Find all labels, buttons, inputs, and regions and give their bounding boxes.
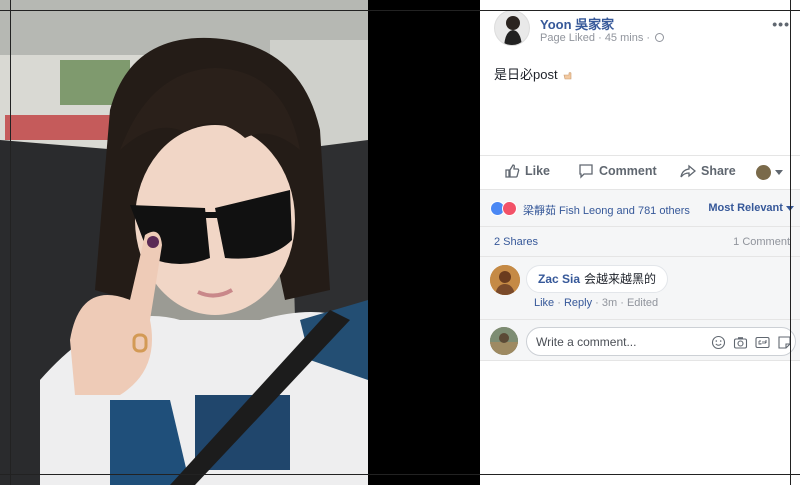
engagement-counts: 2 Shares 1 Comment xyxy=(480,227,800,257)
audience-selector[interactable] xyxy=(756,165,783,180)
comment-item: Zac Sia 会越来越黑的 Like · Reply · 3m · Edited xyxy=(480,257,800,319)
commenter-name[interactable]: Zac Sia xyxy=(538,272,580,286)
black-divider xyxy=(368,0,480,485)
current-user-avatar[interactable] xyxy=(490,327,518,355)
more-options-icon[interactable]: ••• xyxy=(772,16,790,32)
reactions-bar: 梁靜茹 Fish Leong and 781 others Most Relev… xyxy=(480,190,800,227)
most-relevant-dropdown[interactable]: Most Relevant xyxy=(708,202,794,214)
camera-icon[interactable] xyxy=(733,335,748,350)
share-arrow-icon xyxy=(680,164,696,178)
like-button[interactable]: Like xyxy=(504,163,550,179)
comment-reply-link[interactable]: Reply xyxy=(564,297,592,309)
pointing-finger-emoji-icon xyxy=(562,69,574,81)
composer-icons xyxy=(711,335,792,350)
reaction-icons[interactable] xyxy=(490,201,520,217)
comment-time[interactable]: 3m xyxy=(602,297,617,309)
post-panel: Yoon 吳家家 Page Liked · 45 mins · ••• 是日必p… xyxy=(480,0,800,485)
frame-line xyxy=(790,0,791,485)
current-user-avatar-image xyxy=(490,327,518,355)
post-header: Yoon 吳家家 Page Liked · 45 mins · ••• xyxy=(494,10,794,50)
comment-button[interactable]: Comment xyxy=(578,163,657,179)
post-meta-text: Page Liked · 45 mins · xyxy=(540,32,651,44)
commenter-avatar-mini xyxy=(756,165,771,180)
separator-dot: · xyxy=(554,297,564,309)
share-button[interactable]: Share xyxy=(680,163,736,179)
most-relevant-label: Most Relevant xyxy=(708,202,783,214)
commenter-avatar-image xyxy=(490,265,520,295)
comment-label: Comment xyxy=(599,164,657,178)
comment-actions: Like · Reply · 3m · Edited xyxy=(534,297,658,309)
gif-icon[interactable] xyxy=(755,335,770,350)
separator-dot: · xyxy=(592,297,602,309)
reaction-names-link[interactable]: 梁靜茹 Fish Leong and 781 others xyxy=(523,202,690,218)
comment-like-link[interactable]: Like xyxy=(534,297,554,309)
comment-bubble-icon xyxy=(579,164,593,179)
commenter-avatar[interactable] xyxy=(490,265,520,295)
like-label: Like xyxy=(525,164,551,178)
post-text: 是日必post xyxy=(494,64,574,83)
comment-edited[interactable]: Edited xyxy=(627,297,658,309)
globe-icon xyxy=(655,33,665,42)
post-action-bar: Like Comment Share xyxy=(480,155,800,190)
post-meta: Page Liked · 45 mins · xyxy=(540,32,665,44)
photo-illustration xyxy=(0,0,368,485)
frame-line xyxy=(0,474,800,475)
thumbs-up-icon xyxy=(505,164,520,178)
post-photo[interactable] xyxy=(0,0,368,485)
separator-dot: · xyxy=(617,297,627,309)
frame-line xyxy=(0,10,800,11)
share-label: Share xyxy=(701,164,736,178)
comment-bubble: Zac Sia 会越来越黑的 xyxy=(526,265,669,293)
shares-link[interactable]: 2 Shares xyxy=(494,236,538,248)
comments-count[interactable]: 1 Comment xyxy=(733,236,790,248)
emoji-icon[interactable] xyxy=(711,335,726,350)
comment-text: 会越来越黑的 xyxy=(584,272,657,286)
author-name[interactable]: Yoon 吳家家 xyxy=(540,14,614,33)
author-avatar[interactable] xyxy=(494,10,530,46)
love-reaction-icon xyxy=(502,201,517,216)
chevron-down-icon xyxy=(775,170,783,175)
post-text-content: 是日必post xyxy=(494,67,558,82)
frame-line xyxy=(10,0,11,485)
screenshot-stage: Yoon 吳家家 Page Liked · 45 mins · ••• 是日必p… xyxy=(0,0,800,485)
comment-composer xyxy=(480,319,800,361)
author-avatar-image xyxy=(495,11,529,45)
